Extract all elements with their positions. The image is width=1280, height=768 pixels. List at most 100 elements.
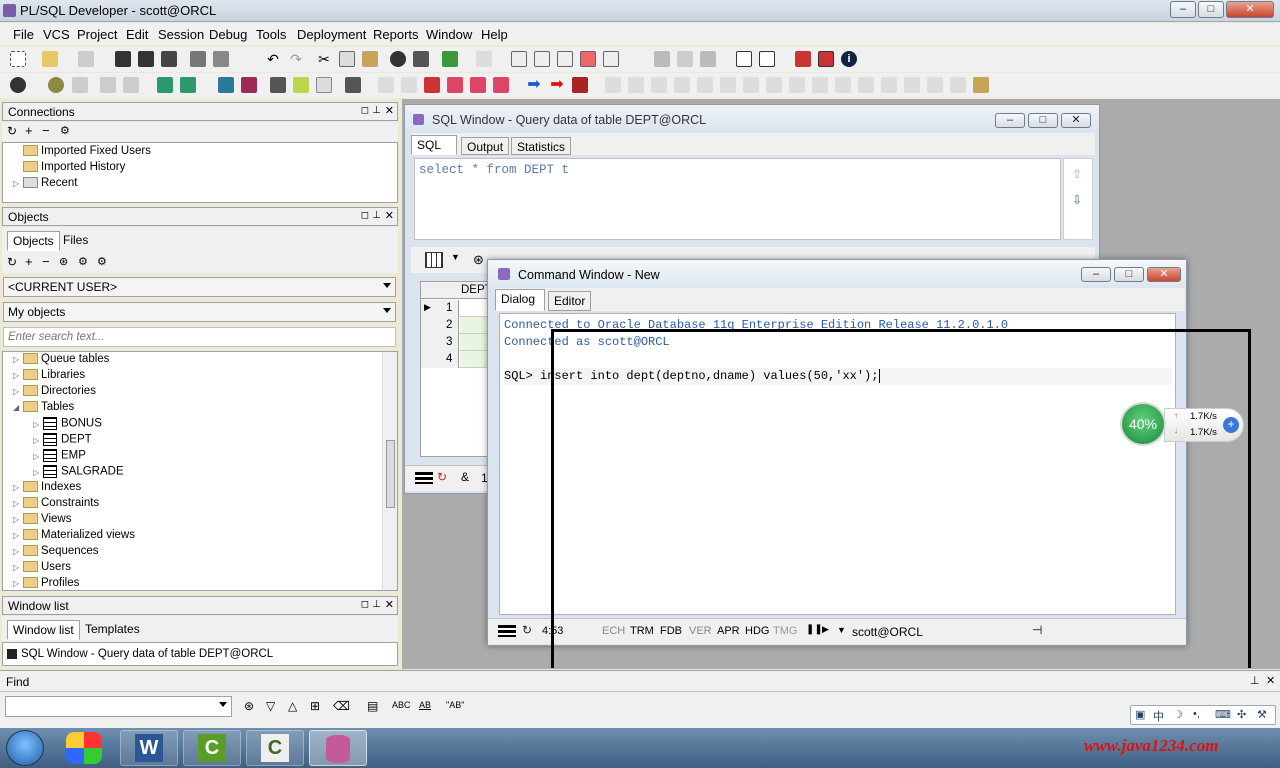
selection-icon[interactable]: ▤	[367, 699, 378, 713]
list-item[interactable]: SQL Window - Query data of table DEPT@OR…	[7, 648, 273, 660]
paste-icon[interactable]	[362, 51, 378, 67]
table-row[interactable]: 2	[421, 317, 489, 334]
tree-item[interactable]: ▷ Users	[13, 561, 71, 577]
import-icon[interactable]	[442, 51, 458, 67]
copy-icon[interactable]	[339, 51, 355, 67]
comment-icon[interactable]	[557, 51, 573, 67]
export-icon[interactable]	[476, 51, 492, 67]
remove-icon[interactable]: −	[42, 254, 50, 269]
tree-item[interactable]: ▷ BONUS	[33, 417, 102, 433]
pin-icon[interactable]: ⊣	[1032, 623, 1042, 637]
scrollbar-thumb[interactable]	[386, 440, 395, 508]
break-icon[interactable]	[241, 77, 257, 93]
cut-icon[interactable]: ✂	[316, 51, 332, 67]
tb2-o-icon[interactable]	[927, 77, 943, 93]
sql-close-button[interactable]: ✕	[1061, 113, 1091, 128]
debug-run-icon[interactable]	[401, 77, 417, 93]
expand-icon[interactable]: ◢	[13, 403, 23, 412]
scrollbar[interactable]	[382, 352, 397, 590]
tab-statistics[interactable]: Statistics	[511, 137, 572, 155]
menu-window[interactable]: Window	[426, 27, 472, 42]
expand-icon[interactable]: ▷	[33, 452, 43, 461]
tree-item[interactable]: ▷ Queue tables	[13, 353, 109, 369]
lock-icon[interactable]	[973, 77, 989, 93]
tb2-j-icon[interactable]	[812, 77, 828, 93]
console-input-line[interactable]: SQL> insert into dept(deptno,dname) valu…	[504, 368, 1172, 385]
dock-icon[interactable]: ⊥	[372, 210, 381, 221]
flag-tmg[interactable]: TMG	[773, 625, 797, 637]
dock-icon[interactable]: ⊥	[372, 105, 381, 116]
table-cell[interactable]	[460, 300, 489, 316]
stop-icon[interactable]	[572, 77, 588, 93]
tab-editor[interactable]: Editor	[548, 291, 592, 311]
tb2-e-icon[interactable]	[697, 77, 713, 93]
expand-icon[interactable]: ▷	[33, 436, 43, 445]
flag-fdb[interactable]: FDB	[660, 625, 682, 637]
tree-item[interactable]: ▷ Libraries	[13, 369, 85, 385]
tree-item[interactable]: ▷ Profiles	[13, 577, 79, 590]
arrange-icon[interactable]	[700, 51, 716, 67]
chevron-down-icon[interactable]: ▼	[837, 625, 846, 635]
flag-trm[interactable]: TRM	[630, 625, 654, 637]
menu-help[interactable]: Help	[481, 27, 508, 42]
expand-icon[interactable]: ▷	[13, 387, 23, 396]
wrench-icon[interactable]: ⚒	[1257, 708, 1267, 721]
wand-icon[interactable]	[72, 77, 88, 93]
memory-percent[interactable]: 40%	[1120, 402, 1166, 446]
expand-icon[interactable]: ▷	[13, 179, 23, 188]
tree-item[interactable]: ▷ EMP	[33, 449, 86, 465]
plsql-taskbar-button[interactable]	[309, 730, 367, 766]
tb2-p-icon[interactable]	[950, 77, 966, 93]
cascade-icon[interactable]	[677, 51, 693, 67]
tree-item[interactable]: ▷ SALGRADE	[33, 465, 124, 481]
tools-icon[interactable]: ✣	[1237, 708, 1246, 721]
ampersand-icon[interactable]: &	[461, 470, 469, 484]
expand-icon[interactable]: ▷	[33, 468, 43, 477]
tree-item[interactable]: ▷ DEPT	[33, 433, 92, 449]
tree-item[interactable]: ▷ Materialized views	[13, 529, 135, 545]
tree-item[interactable]: ▷ Views	[13, 513, 71, 529]
commit-icon[interactable]	[100, 77, 116, 93]
tab-output[interactable]: Output	[461, 137, 510, 155]
menu-edit[interactable]: Edit	[126, 27, 148, 42]
flag-apr[interactable]: APR	[717, 625, 740, 637]
arrow-down-icon[interactable]: ⇩	[1072, 193, 1082, 207]
tb2-n-icon[interactable]	[904, 77, 920, 93]
add-icon[interactable]: +	[25, 254, 33, 269]
expand-icon[interactable]: ▷	[13, 355, 23, 364]
tab-sql[interactable]: SQL	[411, 135, 457, 155]
tree-item[interactable]: ◢ Tables	[13, 401, 74, 417]
print-icon[interactable]	[78, 51, 94, 67]
tb2-k-icon[interactable]	[835, 77, 851, 93]
printer-icon[interactable]	[190, 51, 206, 67]
open-icon[interactable]	[42, 51, 58, 67]
search-input[interactable]	[3, 327, 396, 347]
grid-icon[interactable]	[425, 252, 443, 268]
tab-templates[interactable]: Templates	[80, 620, 145, 640]
tab-dialog[interactable]: Dialog	[495, 289, 545, 311]
expand-icon[interactable]: ▷	[13, 371, 23, 380]
arrow-up-icon[interactable]: ⇧	[1072, 167, 1082, 181]
windows-icon[interactable]	[759, 51, 775, 67]
refresh-icon[interactable]: ↻	[7, 255, 17, 269]
tab-files[interactable]: Files	[58, 231, 93, 251]
binoculars-icon[interactable]: ⊛	[59, 255, 68, 268]
menu-deployment[interactable]: Deployment	[297, 27, 366, 42]
new-icon[interactable]	[10, 51, 26, 67]
pdf-icon[interactable]	[818, 51, 834, 67]
pause-icon[interactable]: ❚❚	[806, 624, 823, 635]
close-button[interactable]: ✕	[1226, 1, 1274, 18]
pin-icon[interactable]: ⊥	[1250, 674, 1260, 687]
describe-icon[interactable]	[316, 77, 332, 93]
filter-select[interactable]: My objects	[3, 302, 396, 322]
flag-ech[interactable]: ECH	[602, 625, 625, 637]
tb2-m-icon[interactable]	[881, 77, 897, 93]
menu-debug[interactable]: Debug	[209, 27, 247, 42]
camtasia-taskbar-button[interactable]: C	[183, 730, 241, 766]
ime-logo-icon[interactable]: ▣	[1135, 708, 1145, 721]
expand-icon[interactable]: ▷	[13, 563, 23, 572]
tree-item[interactable]: ▷ Directories	[13, 385, 96, 401]
lock-icon[interactable]: ⊛	[473, 252, 484, 268]
menu-reports[interactable]: Reports	[373, 27, 419, 42]
tree-item[interactable]: ▷ Constraints	[13, 497, 99, 513]
